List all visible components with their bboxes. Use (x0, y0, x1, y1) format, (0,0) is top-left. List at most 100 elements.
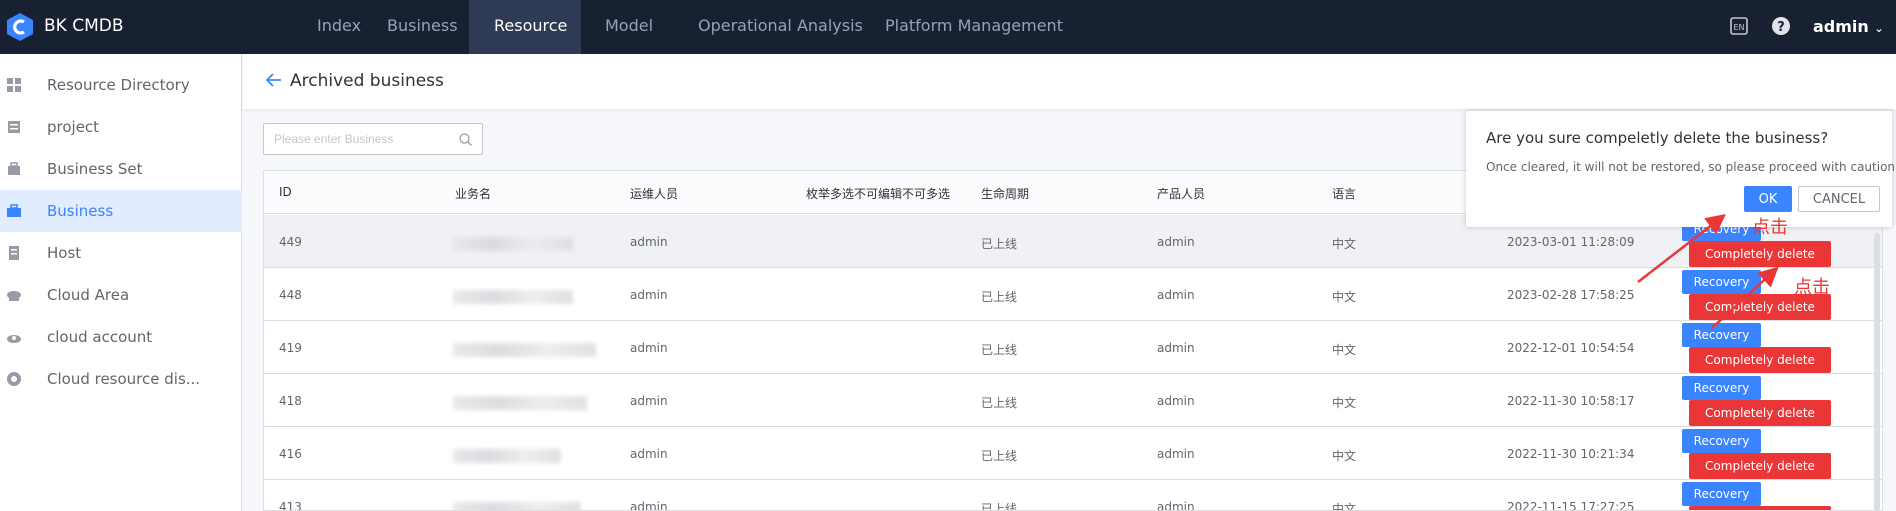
nav-business[interactable]: Business (362, 0, 483, 54)
sidebar-item-label: Resource Directory (47, 76, 190, 94)
cell-id: 418 (279, 394, 302, 408)
page-title: Archived business (290, 71, 444, 91)
table-row: 416 admin 已上线 admin 中文 2022-11-30 10:21:… (264, 427, 1882, 480)
cell-language: 中文 (1332, 237, 1357, 251)
cell-id: 416 (279, 447, 302, 461)
cell-lifecycle: 已上线 (981, 396, 1018, 410)
cell-archived-time: 2023-02-28 17:58:25 (1507, 288, 1635, 302)
table-row: 418 admin 已上线 admin 中文 2022-11-30 10:58:… (264, 374, 1882, 427)
completely-delete-button[interactable]: Completely delete (1689, 241, 1831, 267)
redacted-business-name (453, 396, 587, 410)
cell-language: 中文 (1332, 396, 1357, 410)
annotation-click-delete: 点击 (1794, 277, 1830, 298)
cloud-account-icon (7, 335, 21, 343)
cell-language: 中文 (1332, 290, 1357, 304)
cell-lifecycle: 已上线 (981, 290, 1018, 304)
completely-delete-button[interactable]: Completely delete (1689, 506, 1831, 510)
column-header-product: 产品人员 (1157, 187, 1206, 201)
grid-icon (7, 78, 21, 92)
recovery-button[interactable]: Recovery (1682, 270, 1761, 294)
recovery-button[interactable]: Recovery (1682, 429, 1761, 453)
cell-lifecycle: 已上线 (981, 237, 1018, 251)
svg-text:EN: EN (1733, 23, 1744, 32)
sidebar-item-label: project (47, 118, 100, 136)
column-header-id: ID (279, 185, 292, 199)
brand-name[interactable]: BK CMDB (44, 16, 124, 36)
cell-id: 413 (279, 500, 302, 511)
redacted-business-name (453, 237, 573, 251)
sidebar-item-cloud-account[interactable]: cloud account (0, 316, 242, 358)
cell-language: 中文 (1332, 449, 1357, 463)
cloud-resource-icon (7, 372, 21, 386)
cell-product: admin (1157, 288, 1195, 302)
cell-product: admin (1157, 394, 1195, 408)
search-icon[interactable] (459, 133, 472, 146)
nav-model[interactable]: Model (580, 0, 678, 54)
cell-archived-time: 2022-11-30 10:58:17 (1507, 394, 1635, 408)
confirm-ok-button[interactable]: OK (1744, 186, 1792, 212)
sidebar-item-label: Business (47, 202, 114, 220)
cell-archived-time: 2023-03-01 11:28:09 (1507, 235, 1635, 249)
completely-delete-button[interactable]: Completely delete (1689, 400, 1831, 426)
column-header-language: 语言 (1332, 187, 1357, 201)
page-header: Archived business (243, 54, 1896, 109)
column-header-ops: 运维人员 (630, 187, 679, 201)
column-header-lifecycle: 生命周期 (981, 187, 1030, 201)
host-icon (9, 246, 19, 260)
cell-ops: admin (630, 235, 668, 249)
svg-text:?: ? (1777, 20, 1785, 35)
sidebar-item-resource-directory[interactable]: Resource Directory (0, 64, 242, 106)
completely-delete-button[interactable]: Completely delete (1689, 453, 1831, 479)
confirm-cancel-button[interactable]: CANCEL (1798, 186, 1880, 212)
cell-archived-time: 2022-11-30 10:21:34 (1507, 447, 1635, 461)
recovery-button[interactable]: Recovery (1682, 323, 1761, 347)
business-search-input[interactable] (274, 124, 454, 154)
nav-platform-management[interactable]: Platform Management (860, 0, 1088, 54)
nav-operational-analysis[interactable]: Operational Analysis (673, 0, 888, 54)
column-header-business-name: 业务名 (455, 187, 492, 201)
cell-ops: admin (630, 288, 668, 302)
completely-delete-button[interactable]: Completely delete (1689, 347, 1831, 373)
cell-ops: admin (630, 394, 668, 408)
sidebar-item-host[interactable]: Host (0, 232, 242, 274)
delete-confirm-popover: Are you sure compeletly delete the busin… (1466, 111, 1896, 227)
cell-id: 419 (279, 341, 302, 355)
help-icon[interactable]: ? (1771, 16, 1791, 36)
top-navigation: BK CMDB Index Business Resource Model Op… (0, 0, 1896, 54)
recovery-button[interactable]: Recovery (1682, 482, 1761, 506)
redacted-business-name (453, 502, 581, 510)
cell-language: 中文 (1332, 343, 1357, 357)
back-arrow-icon[interactable] (265, 71, 283, 89)
cell-id: 449 (279, 235, 302, 249)
language-switch-icon[interactable]: EN (1729, 16, 1749, 36)
recovery-button[interactable]: Recovery (1682, 376, 1761, 400)
nav-resource[interactable]: Resource (469, 0, 581, 54)
project-icon (8, 121, 20, 133)
cell-product: admin (1157, 341, 1195, 355)
sidebar-item-label: Business Set (47, 160, 143, 178)
sidebar-item-cloud-resource-discovery[interactable]: Cloud resource dis... (0, 358, 242, 400)
sidebar-item-business[interactable]: Business (0, 190, 242, 232)
redacted-business-name (453, 343, 596, 357)
sidebar-item-business-set[interactable]: Business Set (0, 148, 242, 190)
sidebar: Resource Directory project Business Set … (0, 54, 242, 511)
cell-archived-time: 2022-12-01 10:54:54 (1507, 341, 1635, 355)
business-search-box (263, 123, 483, 155)
sidebar-item-project[interactable]: project (0, 106, 242, 148)
briefcase-icon (7, 204, 21, 217)
user-name: admin (1813, 17, 1869, 36)
sidebar-item-cloud-area[interactable]: Cloud Area (0, 274, 242, 316)
sidebar-item-label: Host (47, 244, 82, 262)
cell-ops: admin (630, 500, 668, 511)
cloud-area-icon (7, 291, 21, 301)
annotation-click-ok: 点击 (1752, 217, 1788, 238)
cell-archived-time: 2022-11-15 17:27:25 (1507, 500, 1635, 511)
confirm-title: Are you sure compeletly delete the busin… (1486, 129, 1829, 147)
table-row: 448 admin 已上线 admin 中文 2023-02-28 17:58:… (264, 268, 1882, 321)
user-menu[interactable]: admin ⌄ (1813, 17, 1884, 36)
cell-product: admin (1157, 235, 1195, 249)
bk-cmdb-logo-icon[interactable] (6, 12, 34, 42)
table-row: 419 admin 已上线 admin 中文 2022-12-01 10:54:… (264, 321, 1882, 374)
table-scrollbar[interactable] (1874, 233, 1880, 511)
cell-lifecycle: 已上线 (981, 343, 1018, 357)
